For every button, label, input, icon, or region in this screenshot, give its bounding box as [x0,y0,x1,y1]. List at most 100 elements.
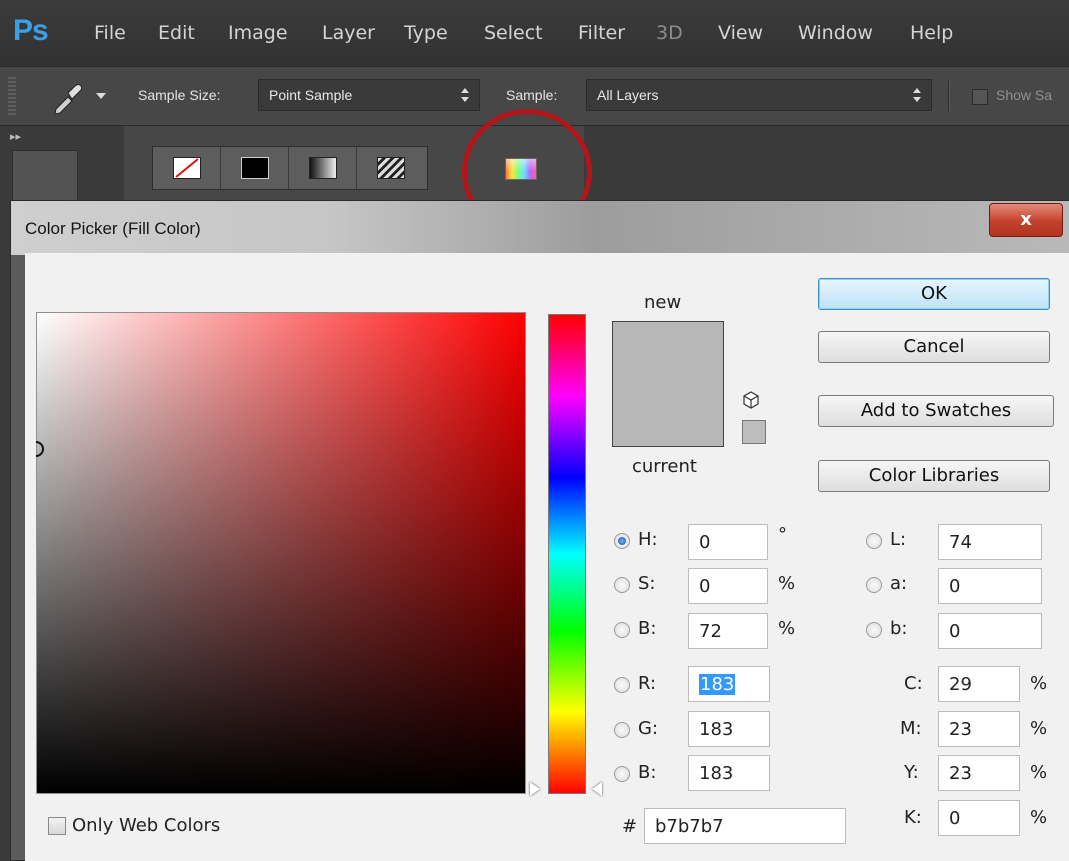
brightness-field[interactable]: 72 [688,613,768,649]
hex-field[interactable]: b7b7b7 [644,808,846,844]
s-field[interactable]: 0 [688,568,768,604]
h-field[interactable]: 0 [688,524,768,560]
dialog-title: Color Picker (Fill Color) [25,219,201,238]
m-value: 23 [949,719,972,740]
menu-select[interactable]: Select [484,22,543,44]
l-label: L: [890,529,907,550]
k-label: K: [904,807,922,828]
menu-layer[interactable]: Layer [322,22,375,44]
menu-3d[interactable]: 3D [656,22,683,44]
close-icon: x [1020,209,1032,230]
b-unit: % [778,618,796,639]
show-sampling-label: Show Sa [996,87,1053,103]
menu-bar: Ps File Edit Image Layer Type Select Fil… [0,0,1069,66]
r-label: R: [638,673,657,694]
add-to-swatches-button[interactable]: Add to Swatches [818,395,1054,427]
eyedropper-icon[interactable] [48,79,84,115]
ok-button[interactable]: OK [818,278,1050,310]
y-label: Y: [904,762,919,783]
a-field[interactable]: 0 [938,568,1042,604]
dialog-titlebar[interactable]: Color Picker (Fill Color) x [11,201,1069,255]
photoshop-logo: Ps [13,14,49,47]
pattern-icon [377,157,405,179]
web-safe-swatch[interactable] [742,420,766,444]
l-field[interactable]: 74 [938,524,1042,560]
lab-b-value: 0 [949,621,961,642]
only-web-colors-checkbox[interactable] [48,817,66,835]
radio-l[interactable] [866,533,882,549]
fill-type-group [152,146,428,190]
k-field[interactable]: 0 [938,800,1020,836]
current-color-label: current [632,456,697,477]
h-value: 0 [699,532,711,553]
a-value: 0 [949,576,961,597]
cancel-button[interactable]: Cancel [818,331,1050,363]
tool-preset-caret-icon[interactable] [96,93,106,99]
sample-size-select[interactable]: Point Sample [258,79,480,111]
show-sampling-checkbox[interactable] [972,89,988,105]
sample-label: Sample: [506,87,558,103]
saturation-brightness-field[interactable] [36,312,526,794]
hue-slider-right-arrow-icon[interactable] [592,782,602,796]
h-label: H: [638,529,658,550]
k-value: 0 [949,808,961,829]
menu-window[interactable]: Window [798,22,873,44]
radio-g[interactable] [614,722,630,738]
hue-slider-left-arrow-icon[interactable] [530,782,540,796]
menu-help[interactable]: Help [910,22,953,44]
pattern-button[interactable] [357,147,425,189]
menu-edit[interactable]: Edit [158,22,195,44]
radio-s[interactable] [614,577,630,593]
s-label: S: [638,573,656,594]
a-label: a: [890,573,908,594]
options-bar-grip[interactable] [8,77,16,117]
no-fill-button[interactable] [153,147,221,189]
close-button[interactable]: x [989,203,1063,237]
c-field[interactable]: 29 [938,666,1020,702]
menu-view[interactable]: View [718,22,763,44]
gradient-button[interactable] [289,147,357,189]
menu-filter[interactable]: Filter [578,22,625,44]
b-label: B: [638,618,657,639]
options-divider [948,81,949,111]
menu-type[interactable]: Type [404,22,448,44]
blue-value: 183 [699,763,734,784]
m-field[interactable]: 23 [938,711,1020,747]
tool-slot[interactable] [12,150,78,206]
blue-field[interactable]: 183 [688,755,770,791]
g-label: G: [638,718,659,739]
g-field[interactable]: 183 [688,711,770,747]
blue-label: B: [638,762,657,783]
select-arrows-icon [913,87,921,103]
radio-blue[interactable] [614,766,630,782]
s-unit: % [778,573,796,594]
sample-select[interactable]: All Layers [586,79,932,111]
c-label: C: [904,673,923,694]
select-arrows-icon [461,87,469,103]
l-value: 74 [949,532,972,553]
r-field[interactable]: 183 [688,666,770,702]
out-of-gamut-cube-icon[interactable] [742,391,760,409]
solid-color-button[interactable] [221,147,289,189]
new-color-label: new [644,292,682,313]
hue-slider[interactable] [548,314,586,794]
lab-b-field[interactable]: 0 [938,613,1042,649]
only-web-colors-label: Only Web Colors [72,815,221,836]
expand-panel-icon[interactable]: ▸▸ [10,130,21,143]
menu-file[interactable]: File [94,22,126,44]
y-field[interactable]: 23 [938,755,1020,791]
r-value-selected: 183 [699,674,736,695]
radio-b[interactable] [614,622,630,638]
radio-lab-b[interactable] [866,622,882,638]
color-libraries-button[interactable]: Color Libraries [818,460,1050,492]
menu-image[interactable]: Image [228,22,288,44]
radio-h[interactable] [614,533,630,549]
y-unit: % [1030,762,1048,783]
solid-color-icon [241,157,269,179]
c-value: 29 [949,674,972,695]
radio-a[interactable] [866,577,882,593]
no-fill-icon [173,157,201,179]
radio-r[interactable] [614,677,630,693]
new-current-swatch[interactable] [612,321,724,447]
lab-b-label: b: [890,618,908,639]
